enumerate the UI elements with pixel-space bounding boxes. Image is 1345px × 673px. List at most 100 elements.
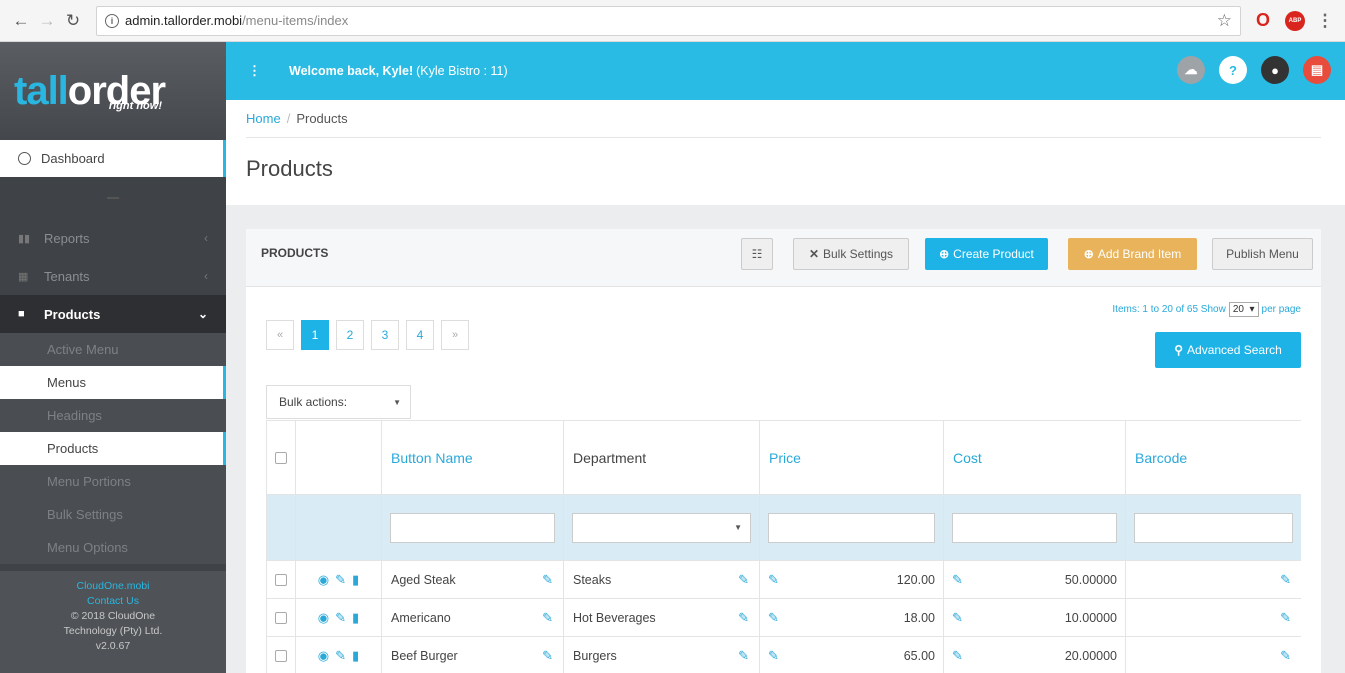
row-checkbox[interactable] [275,573,287,586]
edit-icon[interactable]: ✎ [952,648,963,664]
advanced-search-button[interactable]: ⚲ Advanced Search [1155,332,1301,368]
contact-us-link[interactable]: Contact Us [0,594,226,609]
user-icon[interactable]: ● [1261,56,1289,84]
cloud-upload-icon[interactable]: ☁ [1177,56,1205,84]
trash-icon[interactable]: ▮ [352,610,359,626]
column-header-price[interactable]: Price [760,450,801,466]
table-row: ◉ ✎ ▮ Americano ✎ Hot Beverages ✎ ✎ 18.00 ✎… [266,599,1301,637]
edit-icon[interactable]: ✎ [768,572,779,588]
browser-menu-icon[interactable]: ⋮ [1315,11,1335,31]
url-host: admin.tallorder.mobi [125,13,243,28]
add-brand-item-button[interactable]: ⊕ Add Brand Item [1068,238,1197,270]
items-count: Items: 1 to 20 of 65 Show [1112,304,1226,315]
column-toggle-button[interactable]: ☷ [741,238,773,270]
cloudone-link[interactable]: CloudOne.mobi [0,579,226,594]
sidebar-item-reports[interactable]: ▮▮ Reports ‹ [0,219,226,257]
cell-price: 120.00 [896,572,935,587]
panel-title: PRODUCTS [261,246,329,260]
view-icon[interactable]: ◉ [318,572,329,588]
breadcrumb-current: Products [296,111,348,126]
filter-price-input[interactable] [768,512,935,543]
sidebar-subitem-menu-portions[interactable]: Menu Portions [0,465,226,498]
edit-icon[interactable]: ✎ [768,610,779,626]
edit-icon[interactable]: ✎ [542,572,553,588]
pagination-page-3[interactable]: 3 [371,320,399,350]
sidebar-item-products[interactable]: ■ Products ⌄ [0,295,226,333]
bulk-settings-button[interactable]: ✕ Bulk Settings [793,238,909,270]
column-header-barcode[interactable]: Barcode [1126,450,1187,466]
view-icon[interactable]: ◉ [318,610,329,626]
edit-icon[interactable]: ✎ [542,648,553,664]
filter-cost-input[interactable] [952,512,1117,543]
filter-department-select[interactable]: ▼ [572,512,751,543]
edit-icon[interactable]: ✎ [952,610,963,626]
per-page-select[interactable]: 20 ▾ [1228,302,1259,317]
pagination-prev[interactable]: « [266,320,294,350]
back-icon[interactable]: ← [10,10,32,32]
logo[interactable]: tallorder right now! [0,42,226,140]
view-icon[interactable]: ◉ [318,648,329,664]
breadcrumb-home[interactable]: Home [246,111,281,126]
address-bar[interactable]: i admin.tallorder.mobi /menu-items/index… [96,5,1241,36]
breadcrumb: Home / Products [246,100,1321,138]
sidebar-subitem-headings[interactable]: Headings [0,399,226,432]
table-row: ◉ ✎ ▮ Beef Burger ✎ Burgers ✎ ✎ 65.00 ✎ 20.0… [266,637,1301,673]
edit-icon[interactable]: ✎ [768,648,779,664]
sidebar-item-label: Dashboard [41,151,105,166]
info-icon[interactable]: i [105,13,119,28]
table-header-row: Button Name Department Price Cost Barcod… [266,420,1301,495]
chevron-left-icon: ‹ [204,231,208,245]
browser-toolbar: ← → ↻ i admin.tallorder.mobi /menu-items… [0,0,1345,42]
edit-icon[interactable]: ✎ [738,610,749,626]
row-checkbox[interactable] [275,649,287,662]
adblock-icon[interactable]: ABP [1285,10,1305,31]
table-row: ◉ ✎ ▮ Aged Steak ✎ Steaks ✎ ✎ 120.00 ✎ 50.00… [266,561,1301,599]
forward-icon[interactable]: → [36,10,58,32]
edit-icon[interactable]: ✎ [738,648,749,664]
welcome-message: Welcome back, Kyle! [289,64,414,78]
cell-price: 18.00 [903,610,935,625]
tenant-label: (Kyle Bistro : 11) [416,64,508,78]
per-page-value: 20 [1232,304,1244,315]
sidebar-subitem-bulk-settings[interactable]: Bulk Settings [0,498,226,531]
row-checkbox[interactable] [275,611,287,624]
pagination-page-4[interactable]: 4 [406,320,434,350]
create-product-button[interactable]: ⊕ Create Product [925,238,1048,270]
trash-icon[interactable]: ▮ [352,572,359,588]
pagination-page-2[interactable]: 2 [336,320,364,350]
help-icon[interactable]: ? [1219,56,1247,84]
sidebar-item-label: Reports [44,230,90,246]
edit-icon[interactable]: ✎ [335,648,346,664]
store-icon[interactable]: ▤ [1303,56,1331,84]
edit-icon[interactable]: ✎ [1280,648,1291,664]
bulk-actions-select[interactable]: Bulk actions: ▼ [266,385,411,419]
edit-icon[interactable]: ✎ [1280,610,1291,626]
sidebar-subitem-menus[interactable]: Menus [0,366,226,399]
bookmark-star-icon[interactable]: ☆ [1217,11,1232,31]
filter-barcode-input[interactable] [1134,512,1293,543]
trash-icon[interactable]: ▮ [352,648,359,664]
column-header-cost[interactable]: Cost [944,450,982,466]
company-text: Technology (Pty) Ltd. [63,625,163,637]
column-header-button-name[interactable]: Button Name [382,450,473,466]
sidebar-subitem-products[interactable]: Products [0,432,226,465]
edit-icon[interactable]: ✎ [738,572,749,588]
opera-icon[interactable]: O [1253,10,1273,31]
select-all-checkbox[interactable] [275,451,287,464]
edit-icon[interactable]: ✎ [1280,572,1291,588]
edit-icon[interactable]: ✎ [335,572,346,588]
edit-icon[interactable]: ✎ [952,572,963,588]
reload-icon[interactable]: ↻ [62,10,84,32]
sidebar-subitem-active-menu[interactable]: Active Menu [0,333,226,366]
sidebar-toggle-icon[interactable]: ⋮ [248,63,261,79]
edit-icon[interactable]: ✎ [542,610,553,626]
sidebar-item-dashboard[interactable]: Dashboard [0,140,226,177]
filter-button-name-input[interactable] [390,512,555,543]
edit-icon[interactable]: ✎ [335,610,346,626]
pagination-page-1[interactable]: 1 [301,320,329,350]
sidebar-subitem-menu-options[interactable]: Menu Options [0,531,226,564]
pagination-next[interactable]: » [441,320,469,350]
bar-chart-icon: ▮▮ [18,232,31,245]
sidebar-item-tenants[interactable]: ▦ Tenants ‹ [0,257,226,295]
publish-menu-button[interactable]: Publish Menu [1212,238,1313,270]
